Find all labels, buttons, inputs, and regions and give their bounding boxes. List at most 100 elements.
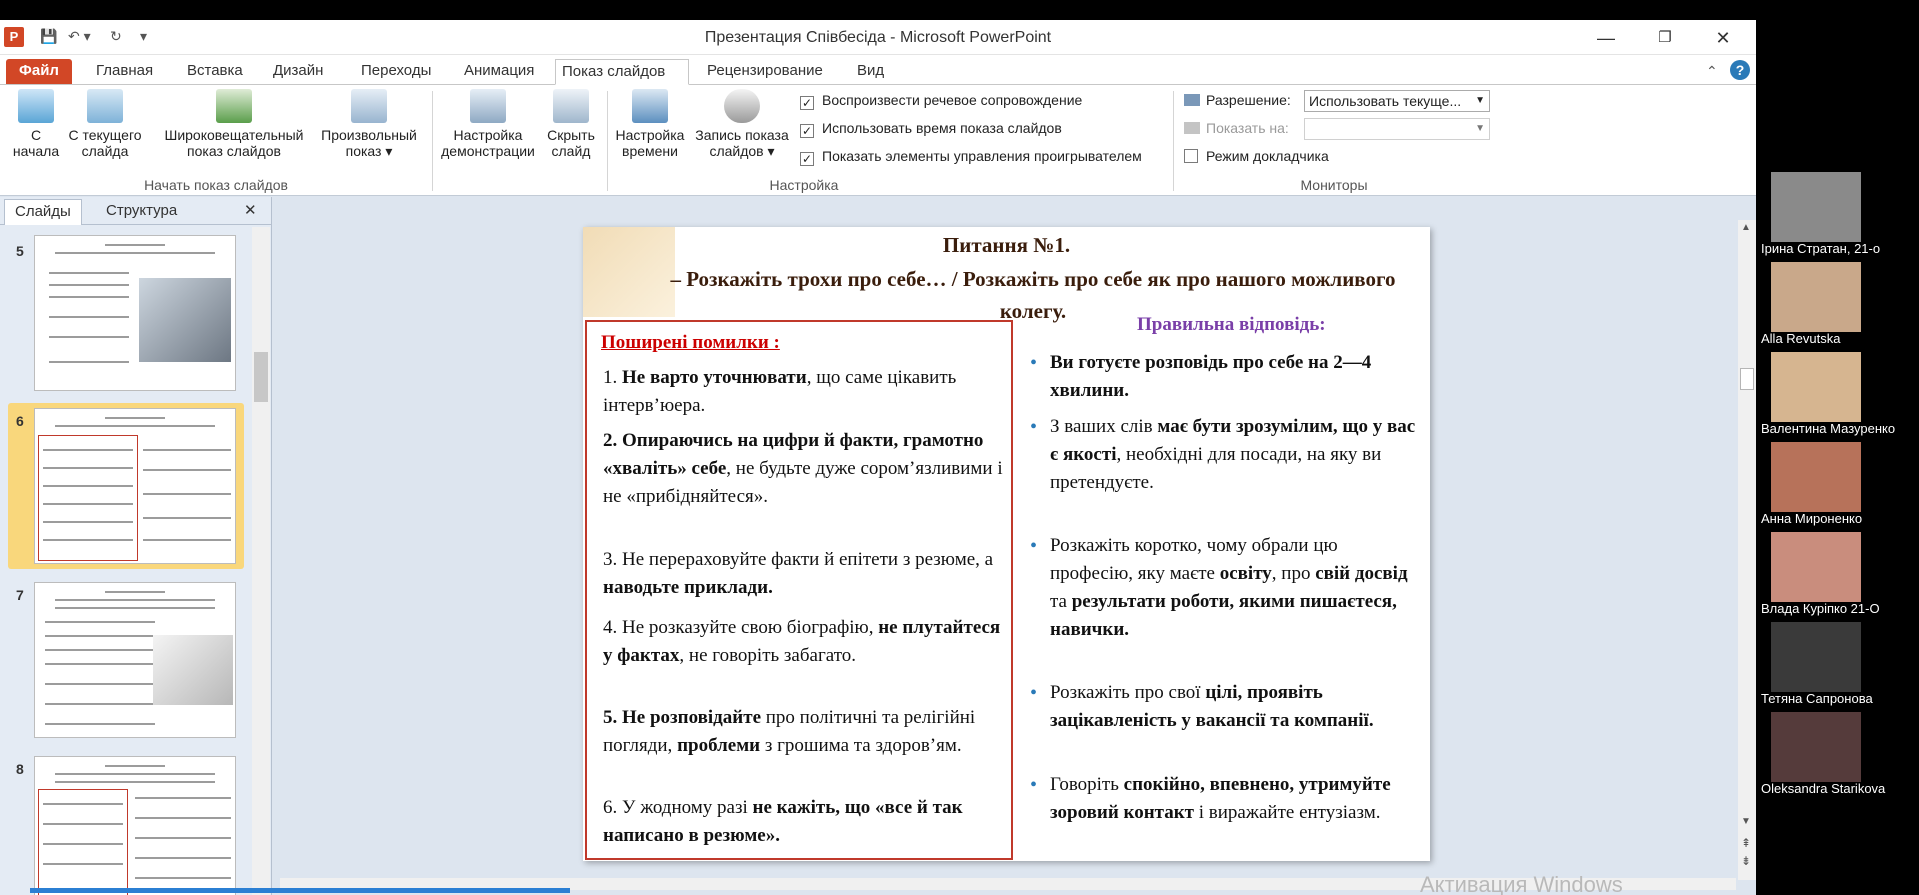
resolution-value: Использовать текуще... [1309,93,1462,109]
mistakes-box: Поширені помилки : 1. Не варто уточнюват… [585,320,1013,860]
participant-face [1771,262,1861,332]
hide-label-1: Скрыть [547,127,595,143]
record-show-button[interactable]: Запись показа слайдов ▾ [690,89,794,159]
broadcast-icon [216,89,252,123]
mistake-item: 4. Не розказуйте свою біографію, не плут… [603,617,1001,666]
chevron-down-icon: ▼ [1475,123,1485,134]
play-from-start-icon [18,89,54,123]
participant-video[interactable]: Oleksandra Starikova [1761,712,1914,800]
ribbon: С начала С текущего слайда Широковещател… [0,84,1756,196]
tab-slides[interactable]: Слайды [4,199,82,225]
thumb-number: 7 [16,587,24,603]
broadcast-button[interactable]: Широковещательный показ слайдов [158,89,310,159]
tab-file[interactable]: Файл [6,59,72,85]
media-controls-checkbox[interactable]: ✓ Показать элементы управления проигрыват… [800,148,1142,166]
tab-transitions[interactable]: Переходы [355,59,437,85]
window-title: Презентация Співбесіда - Microsoft Power… [704,29,1052,46]
participant-video[interactable]: Влада Курiпко 21-О [1761,532,1914,620]
group-separator [1173,91,1174,191]
resolution-text: Разрешение: [1206,92,1291,108]
powerpoint-window: P 💾 ↶ ▾ ↻ ▾ Презентация Співбесіда - Mic… [0,20,1756,895]
use-timings-checkbox[interactable]: ✓ Использовать время показа слайдов [800,120,1062,138]
scroll-up-icon[interactable]: ▲ [1741,222,1751,233]
thumbnail-photo [153,635,233,705]
group-start-label: Начать показ слайдов [144,177,288,193]
group-separator [432,91,433,191]
close-icon[interactable]: ✕ [1703,26,1743,50]
participant-face [1771,532,1861,602]
tab-outline[interactable]: Структура [96,199,187,225]
custom-show-label-2: показ ▾ [345,143,393,159]
slide-thumbnail-5[interactable]: 5 [8,233,244,395]
setup-show-button[interactable]: Настройка демонстрации [436,89,540,159]
hide-slide-button[interactable]: Скрыть слайд [540,89,602,159]
timings-label-1: Настройка [615,127,685,143]
setup-label-2: демонстрации [441,143,535,159]
participant-face [1771,352,1861,422]
participant-face [1771,622,1861,692]
tab-review[interactable]: Рецензирование [701,59,829,85]
tab-slideshow[interactable]: Показ слайдов [555,59,689,85]
resolution-dropdown[interactable]: Использовать текуще... ▼ [1304,90,1490,112]
participant-name: Влада Курiпко 21-О [1761,601,1880,616]
slide-thumbnail-6[interactable]: 6 [8,403,244,569]
participant-video[interactable]: Alla Revutska [1761,262,1914,350]
scroll-down-icon[interactable]: ▼ [1741,816,1751,827]
thumbnail-photo [139,278,231,362]
presenter-view-checkbox[interactable]: Режим докладчика [1184,148,1329,164]
previous-slide-icon[interactable]: ⇞ [1741,836,1751,850]
custom-show-button[interactable]: Произвольный показ ▾ [314,89,424,159]
tab-design[interactable]: Дизайн [267,59,329,85]
participant-video[interactable]: Анна Мироненко [1761,442,1914,530]
participant-face [1771,172,1861,242]
timer-icon [632,89,668,123]
collapse-ribbon-icon[interactable]: ⌃ [1706,63,1718,80]
minimize-icon[interactable]: — [1586,26,1626,50]
slide-vertical-scrollbar[interactable]: ▲ ▼ ⇞ ⇟ [1738,220,1756,880]
tab-insert[interactable]: Вставка [181,59,249,85]
participant-video[interactable]: Ірина Стратан, 21-о [1761,172,1914,260]
play-from-current-icon [87,89,123,123]
restore-icon[interactable]: ❐ [1645,26,1685,50]
chevron-down-icon: ▼ [1475,95,1485,106]
checkmark-icon: ✓ [800,96,814,110]
rehearse-timings-button[interactable]: Настройка времени [610,89,690,159]
mistakes-heading: Поширені помилки : [601,332,780,353]
mistake-item: 5. Не розповідайте про політичні та релі… [603,707,976,756]
next-slide-icon[interactable]: ⇟ [1741,854,1751,868]
scroll-thumb[interactable] [1740,368,1754,390]
thumb-number: 6 [16,413,24,429]
pane-scrollbar[interactable] [252,227,270,895]
from-start-button[interactable]: С начала [6,89,66,159]
answer-item: Ви готуєте розповідь про себе на 2—4 хви… [1028,349,1418,405]
checkbox-empty-icon [1184,149,1198,163]
monitor-icon [1184,122,1200,134]
checkmark-icon: ✓ [800,152,814,166]
tab-animation[interactable]: Анимация [458,59,540,85]
mistake-item: 2. Опираючись на цифри й факти, грамотно… [603,430,1003,507]
tab-view[interactable]: Вид [851,59,890,85]
group-monitors-label: Мониторы [1300,177,1368,193]
thumbnail-image [34,235,236,391]
close-pane-icon[interactable]: ✕ [240,199,261,225]
current-slide[interactable]: Питання №1. – Розкажіть трохи про себе… … [583,227,1430,861]
from-current-label-2: слайда [81,143,129,159]
windows-activation-watermark: Активация Windows [1420,872,1623,895]
pane-scroll-thumb[interactable] [254,352,268,402]
thumb-number: 8 [16,761,24,777]
mistake-item: 6. У жодному разі не кажіть, що «все й т… [603,797,963,846]
participant-name: Alla Revutska [1761,331,1841,346]
slide-thumbnail-7[interactable]: 7 [8,577,244,743]
slide-editor: Питання №1. – Розкажіть трохи про себе… … [280,210,1740,880]
from-current-button[interactable]: С текущего слайда [66,89,144,159]
participant-name: Тетяна Сапронова [1761,691,1873,706]
slide-thumbnail-8[interactable]: 8 [8,751,244,895]
participant-video[interactable]: Тетяна Сапронова [1761,622,1914,710]
help-icon[interactable]: ? [1730,60,1750,80]
participant-name: Ірина Стратан, 21-о [1761,241,1881,256]
from-start-label-2: начала [12,143,60,159]
tab-home[interactable]: Главная [90,59,159,85]
narration-checkbox[interactable]: ✓ Воспроизвести речевое сопровождение [800,92,1082,110]
show-on-dropdown[interactable]: ▼ [1304,118,1490,140]
participant-video[interactable]: Валентина Мазуренко [1761,352,1914,440]
